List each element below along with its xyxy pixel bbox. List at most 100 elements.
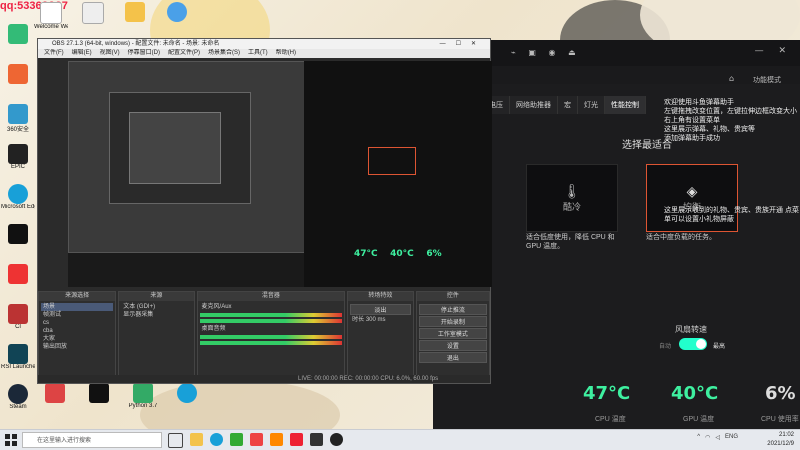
gpu-temp-value: 40°C <box>671 383 719 404</box>
edge-icon <box>8 184 28 204</box>
360-icon <box>8 104 28 124</box>
stop-streaming-button[interactable]: 停止推流 <box>418 304 487 315</box>
input-language[interactable]: ENG <box>725 434 738 441</box>
desktop-icon[interactable] <box>4 64 32 100</box>
controls-dock-title: 控件 <box>416 292 489 301</box>
python-icon <box>133 383 153 403</box>
menu-tools[interactable]: 工具(T) <box>248 49 268 58</box>
desktop-icon[interactable] <box>84 383 114 419</box>
desktop-icon[interactable] <box>4 224 32 260</box>
desktop-icon[interactable]: Python 3.7 <box>128 383 158 419</box>
desktop-icon[interactable] <box>172 383 202 419</box>
tab-network-booster[interactable]: 网络助推器 <box>510 96 558 114</box>
window-controls[interactable]: — ✕ <box>755 46 792 56</box>
scene-item[interactable]: 场景 <box>41 303 114 311</box>
desktop-top-icons: Welcome Wedesk... <box>34 2 192 42</box>
menu-docks[interactable]: 停靠窗口(D) <box>128 49 160 58</box>
studio-mode-button[interactable]: 工作室模式 <box>418 328 487 339</box>
desktop-icon[interactable] <box>120 2 150 38</box>
transition-select[interactable]: 淡出 <box>350 304 411 315</box>
duration-value[interactable]: 300 ms <box>366 317 386 323</box>
desktop-icon[interactable]: RSI Launcher <box>1 344 35 380</box>
menu-scene-collection[interactable]: 场景集合(S) <box>208 49 240 58</box>
control-center-tabs: 电压 网络助推器 宏 灯光 性能控制 <box>483 96 646 114</box>
menu-profile[interactable]: 配置文件(P) <box>168 49 200 58</box>
scene-item[interactable]: 输出回放 <box>41 343 113 351</box>
taskbar-search-input[interactable]: 在这里输入进行搜索 <box>22 432 162 448</box>
menu-edit[interactable]: 编辑(E) <box>72 49 92 58</box>
obs-docks: 来源选择 场景 帧测试 cs cba 大家 输出回放 来源 文本 (GDI+) … <box>38 291 490 379</box>
fan-max-label: 最高 <box>713 344 726 350</box>
menu-file[interactable]: 文件(F) <box>44 49 64 58</box>
speaker-icon[interactable]: ◁ <box>715 434 720 441</box>
obs-window-controls[interactable]: —☐✕ <box>440 39 486 49</box>
file-icon <box>82 2 104 24</box>
obs-menubar: 文件(F) 编辑(E) 视图(V) 停靠窗口(D) 配置文件(P) 场景集合(S… <box>38 49 490 58</box>
desktop-icon[interactable] <box>78 2 108 38</box>
home-icon[interactable]: ⌂ <box>729 74 734 83</box>
app-icon[interactable] <box>270 433 283 446</box>
menu-view[interactable]: 视图(V) <box>100 49 120 58</box>
desktop-icon[interactable] <box>162 2 192 38</box>
scene-item[interactable]: cs <box>41 319 113 327</box>
cpu-usage-label: CPU 使用率 <box>761 416 799 423</box>
settings-button[interactable]: 设置 <box>418 340 487 351</box>
app-icon[interactable] <box>290 433 303 446</box>
scene-item[interactable]: 大家 <box>41 335 113 343</box>
desktop-icon[interactable]: Microsoft Edge <box>1 184 35 220</box>
desktop-icon[interactable]: 360安全 <box>4 104 32 140</box>
chat-icon <box>167 2 187 22</box>
desktop-icon[interactable]: Welcome Wedesk... <box>34 2 68 38</box>
mode-card-cool[interactable]: 🌡 酷冷 <box>526 164 618 232</box>
desktop-icon[interactable]: EPIC <box>4 144 32 180</box>
gift-tooltip: 这里展示收到的礼物、贵宾、贵族开通 点菜单可以设置小礼物屏蔽 <box>664 207 799 223</box>
clock[interactable]: 21:02 2021/12/9 <box>767 431 794 449</box>
thermometer-icon: 🌡 <box>563 183 581 200</box>
start-recording-button[interactable]: 开始录制 <box>418 316 487 327</box>
volume-slider[interactable] <box>199 341 343 345</box>
volume-slider[interactable] <box>199 319 343 323</box>
desktop-icon[interactable]: Cl <box>4 304 32 340</box>
minimize-button[interactable]: — <box>440 41 456 47</box>
fan-toggle[interactable] <box>679 338 707 350</box>
app-icon[interactable] <box>310 433 323 446</box>
tab-macro[interactable]: 宏 <box>558 96 578 114</box>
cpu-usage-value: 6% <box>765 383 796 404</box>
file-explorer-icon[interactable] <box>190 433 203 446</box>
task-view-icon[interactable] <box>168 433 183 448</box>
danmaku-tooltip: 欢迎使用斗鱼弹幕助手 左键拖拽改变位置，左键拉伸边框改变大小 右上角有设置菜单 … <box>664 99 797 142</box>
tab-lighting[interactable]: 灯光 <box>578 96 605 114</box>
rockstar-icon <box>125 2 145 22</box>
menu-help[interactable]: 帮助(H) <box>276 49 296 58</box>
scene-item[interactable]: cba <box>41 327 113 335</box>
scene-item[interactable]: 帧测试 <box>41 311 113 319</box>
wifi-icon[interactable]: ◠ <box>705 434 710 441</box>
mode-desc-cool: 适合低度使用，降低 CPU 和 GPU 温度。 <box>526 234 615 250</box>
desktop-icon[interactable]: Steam <box>4 384 32 420</box>
fan-auto-label: 自动 <box>659 344 672 350</box>
obs-status-bar: LIVE: 00:00:00 REC: 00:00:00 CPU: 6.0%, … <box>38 375 490 383</box>
obs-icon[interactable] <box>330 433 343 446</box>
app-icon[interactable] <box>230 433 243 446</box>
chevron-up-icon[interactable]: ^ <box>697 434 700 441</box>
taskbar-apps <box>168 433 343 448</box>
obs-title: OBS 27.1.3 (64-bit, windows) - 配置文件: 未命名… <box>52 41 220 47</box>
app-icon[interactable] <box>250 433 263 446</box>
steam-icon <box>8 384 28 404</box>
source-item[interactable]: 文本 (GDI+) <box>121 303 191 311</box>
windows-start-icon[interactable] <box>4 433 18 447</box>
tab-performance[interactable]: 性能控制 <box>605 96 646 114</box>
exit-button[interactable]: 退出 <box>418 352 487 363</box>
desktop-icon[interactable] <box>4 264 32 300</box>
obs-preview[interactable]: 47°C 40°C 6% <box>68 61 492 287</box>
scenes-dock: 来源选择 场景 帧测试 cs cba 大家 输出回放 <box>38 291 117 379</box>
edge-icon[interactable] <box>210 433 223 446</box>
taskbar: 在这里输入进行搜索 ^ ◠ ◁ ENG 21:02 2021/12/9 <box>0 429 800 450</box>
system-tray: ^ ◠ ◁ ENG <box>697 434 738 441</box>
desktop-icon[interactable] <box>40 383 70 419</box>
close-button[interactable]: ✕ <box>471 41 486 47</box>
source-item[interactable]: 显示器采集 <box>121 311 191 319</box>
desktop-icon[interactable] <box>4 24 32 60</box>
maximize-button[interactable]: ☐ <box>456 41 471 47</box>
volume-meter <box>199 335 343 339</box>
